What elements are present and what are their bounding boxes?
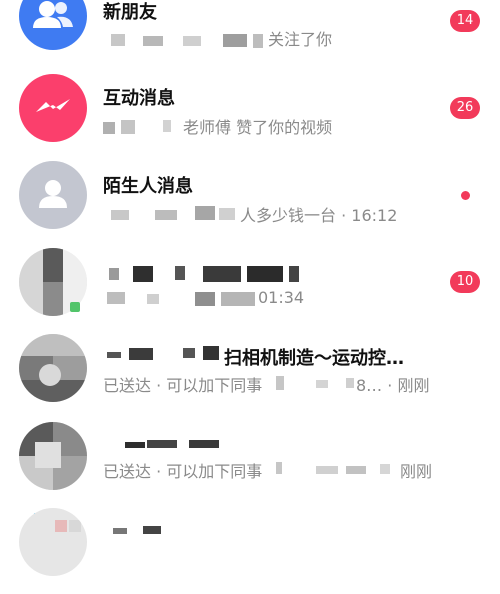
message-title: 互动消息: [103, 88, 175, 109]
redacted-text: [276, 460, 394, 478]
message-row-contact-1[interactable]: 01:34 10: [0, 248, 500, 334]
message-time: 8… · 刚刚: [356, 376, 430, 395]
strangers-avatar: [19, 161, 87, 229]
redacted-title: [103, 432, 233, 452]
redacted-text: [103, 290, 258, 308]
blurred-photo: [19, 422, 87, 490]
redacted-title: [103, 264, 303, 284]
person-icon: [39, 180, 67, 208]
unread-badge: 14: [450, 10, 480, 32]
new-friends-avatar: [19, 0, 87, 50]
messenger-bolt-icon: [36, 99, 70, 112]
message-row-contact-3[interactable]: 已送达 · 可以加下同事 刚刚: [0, 422, 500, 508]
message-subtitle: 人多少钱一台 · 16:12: [240, 206, 398, 225]
blurred-photo: [19, 334, 87, 402]
message-subtitle: 已送达 · 可以加下同事: [103, 462, 263, 481]
unread-dot: [461, 191, 470, 200]
contact-avatar: [19, 334, 87, 402]
unread-badge: 26: [450, 97, 480, 119]
message-subtitle: 01:34: [258, 288, 305, 307]
blurred-photo: [19, 508, 87, 576]
message-subtitle: 关注了你: [268, 30, 333, 49]
redacted-text: [276, 374, 356, 392]
message-title: 陌生人消息: [103, 176, 193, 197]
redacted-title: [103, 522, 173, 534]
message-row-new-friends[interactable]: 新朋友 关注了你 14: [0, 0, 500, 68]
online-indicator: [70, 302, 80, 312]
redacted-text: [103, 118, 183, 138]
people-icon: [33, 1, 73, 28]
message-list: 新朋友 关注了你 14 互动消息 老师傅 赞了你的视频 26 陌生人消息 人多少…: [0, 0, 500, 576]
message-row-contact-2[interactable]: 扫相机制造～运动控… 已送达 · 可以加下同事 8… · 刚刚: [0, 334, 500, 420]
message-subtitle: 已送达 · 可以加下同事: [103, 376, 263, 395]
unread-badge: 10: [450, 271, 480, 293]
message-row-strangers[interactable]: 陌生人消息 人多少钱一台 · 16:12: [0, 160, 500, 246]
message-row-contact-4[interactable]: [0, 508, 500, 594]
redacted-title: [103, 342, 223, 362]
contact-avatar: [19, 508, 87, 576]
redacted-text: [103, 32, 268, 50]
message-subtitle: 老师傅 赞了你的视频: [183, 118, 333, 137]
contact-avatar: [19, 422, 87, 490]
message-title: 扫相机制造～运动控…: [224, 348, 404, 369]
redacted-text: [103, 204, 240, 224]
message-time: 刚刚: [400, 462, 433, 481]
message-title: 新朋友: [103, 2, 157, 23]
interactions-avatar: [19, 74, 87, 142]
message-row-interactions[interactable]: 互动消息 老师傅 赞了你的视频 26: [0, 74, 500, 160]
